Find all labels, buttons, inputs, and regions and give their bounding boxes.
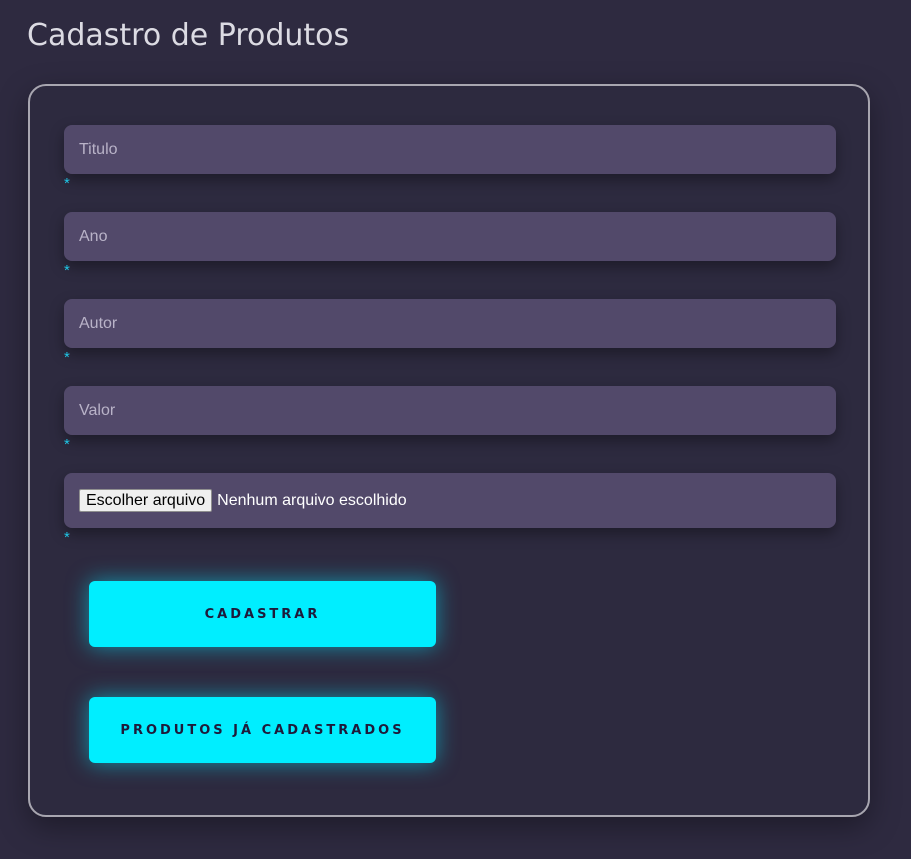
title-input[interactable] [79, 140, 821, 159]
author-field[interactable] [64, 299, 836, 348]
title-field[interactable] [64, 125, 836, 174]
choose-file-button[interactable]: Escolher arquivo [79, 489, 213, 512]
title-required-marker: * [64, 175, 70, 192]
file-required-marker: * [64, 529, 70, 546]
year-input[interactable] [79, 227, 821, 246]
year-required-marker: * [64, 262, 70, 279]
value-required-marker: * [64, 436, 70, 453]
page-title: Cadastro de Produtos [27, 18, 350, 53]
registered-products-button[interactable]: PRODUTOS JÁ CADASTRADOS [89, 697, 436, 763]
file-field: Escolher arquivo Nenhum arquivo escolhid… [64, 473, 836, 528]
author-input[interactable] [79, 314, 821, 333]
value-input[interactable] [79, 401, 821, 420]
author-required-marker: * [64, 349, 70, 366]
product-form: * * * * Escolher arquivo Nenhum arquivo … [28, 84, 870, 817]
file-status: Nenhum arquivo escolhido [217, 491, 407, 509]
value-field[interactable] [64, 386, 836, 435]
register-button[interactable]: CADASTRAR [89, 581, 436, 647]
year-field[interactable] [64, 212, 836, 261]
